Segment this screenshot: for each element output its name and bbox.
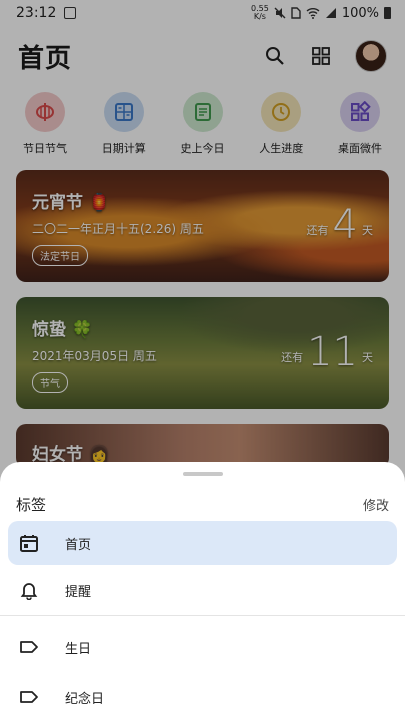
- drag-handle[interactable]: [183, 472, 223, 476]
- calendar-icon: [18, 532, 40, 554]
- sheet-item-label: 首页: [65, 537, 92, 553]
- label-icon: [18, 686, 40, 708]
- sheet-item-label: 生日: [65, 641, 92, 657]
- sheet-item-birthday[interactable]: 生日: [8, 625, 397, 669]
- divider: [0, 615, 405, 616]
- sheet-item-label: 纪念日: [65, 691, 105, 707]
- sheet-item-home[interactable]: 首页: [8, 521, 397, 565]
- sheet-title: 标签: [16, 496, 47, 514]
- edit-button[interactable]: 修改: [363, 495, 389, 514]
- sheet-header: 标签 修改: [16, 494, 389, 515]
- sheet-item-label: 提醒: [65, 584, 92, 600]
- sheet-item-reminder[interactable]: 提醒: [8, 568, 397, 612]
- sheet-item-anniversary[interactable]: 纪念日: [8, 675, 397, 719]
- bell-icon: [18, 579, 40, 601]
- tags-bottom-sheet: 标签 修改 首页 提醒 生日 纪念日: [0, 462, 405, 720]
- label-icon: [18, 636, 40, 658]
